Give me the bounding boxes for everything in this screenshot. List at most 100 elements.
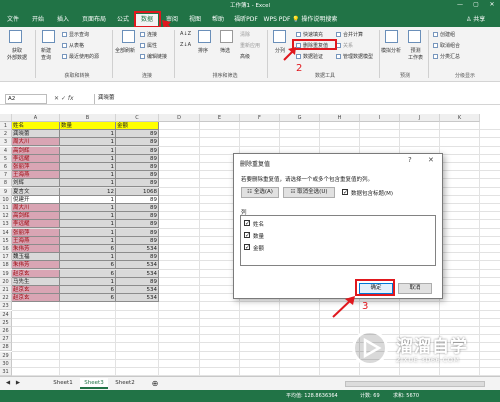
tab-page-layout[interactable]: 页面布局 [79, 14, 109, 26]
name-cell[interactable]: 李远耀 [12, 220, 60, 229]
amount-cell[interactable]: 89 [116, 228, 159, 237]
qty-cell[interactable]: 6 [60, 294, 116, 303]
filter-button[interactable]: 筛选 [220, 47, 230, 54]
tab-help[interactable]: 帮助 [209, 14, 227, 26]
name-cell[interactable]: 周大川 [12, 138, 60, 147]
amount-cell[interactable]: 89 [116, 146, 159, 155]
tab-insert[interactable]: 插入 [54, 14, 72, 26]
qty-cell[interactable]: 1 [60, 212, 116, 221]
tab-file[interactable]: 文件 [4, 14, 22, 26]
row-header[interactable]: 21 [0, 286, 12, 294]
column-list[interactable]: ✓ 姓名 ✓ 数量 ✓ 金额 [240, 215, 436, 266]
row-header[interactable]: 30 [0, 359, 12, 368]
unselect-all-button[interactable]: ☷ 取消全选(U) [283, 187, 335, 198]
row-header[interactable]: 24 [0, 310, 12, 319]
properties-button[interactable]: 属性 [140, 42, 157, 49]
row-header[interactable]: 1 [0, 122, 12, 130]
header-cell-amount[interactable]: 金额 [116, 122, 159, 130]
get-external-data-button[interactable]: 获取 外部数据 [7, 47, 27, 61]
row-header[interactable]: 9 [0, 187, 12, 196]
name-cell[interactable]: 赵京玄 [12, 269, 60, 278]
column-header[interactable]: A [12, 114, 60, 122]
name-cell[interactable]: 赵京玄 [12, 286, 60, 294]
formula-input[interactable]: 龚晓蕾 [94, 94, 494, 104]
row-header[interactable]: 29 [0, 351, 12, 360]
tab-wps-pdf[interactable]: WPS PDF [263, 14, 291, 26]
amount-cell[interactable]: 89 [116, 212, 159, 221]
name-cell[interactable]: 龚晓蕾 [12, 130, 60, 139]
close-icon[interactable]: ✕ [428, 156, 434, 164]
refresh-all-button[interactable]: 全部刷新 [115, 47, 135, 54]
column-header[interactable]: K [440, 114, 480, 122]
name-cell[interactable]: 朱伟芳 [12, 261, 60, 270]
column-header[interactable]: G [280, 114, 320, 122]
minimize-button[interactable]: — [454, 0, 466, 9]
qty-cell[interactable]: 1 [60, 138, 116, 147]
row-header[interactable]: 12 [0, 212, 12, 221]
row-header[interactable]: 6 [0, 163, 12, 171]
column-header[interactable]: H [320, 114, 360, 122]
has-headers-checkbox[interactable]: ✓ [342, 189, 348, 196]
amount-cell[interactable]: 89 [116, 253, 159, 262]
row-header[interactable]: 8 [0, 179, 12, 188]
close-button[interactable]: ✕ [486, 0, 498, 9]
name-cell[interactable]: 张丽萍 [12, 228, 60, 237]
name-cell[interactable]: 王海燕 [12, 171, 60, 180]
header-cell-qty[interactable]: 数量 [60, 122, 116, 130]
column-header[interactable]: D [159, 114, 200, 122]
name-cell[interactable]: 李远耀 [12, 154, 60, 163]
clear-button[interactable]: 清除 [240, 31, 250, 38]
help-icon[interactable]: ? [408, 156, 412, 164]
tab-view[interactable]: 视图 [186, 14, 204, 26]
row-header[interactable]: 13 [0, 220, 12, 229]
amount-cell[interactable]: 89 [116, 277, 159, 286]
name-cell[interactable]: 高剑辉 [12, 146, 60, 155]
add-sheet-icon[interactable]: ⊕ [150, 378, 160, 389]
qty-cell[interactable]: 1 [60, 163, 116, 171]
name-cell[interactable]: 倪建开 [12, 195, 60, 204]
row-header[interactable]: 20 [0, 277, 12, 286]
select-all-button[interactable]: ☷ 全选(A) [241, 187, 279, 198]
fx-icon[interactable]: fx [68, 95, 74, 102]
row-header[interactable]: 2 [0, 130, 12, 139]
row-header[interactable]: 23 [0, 302, 12, 311]
qty-cell[interactable]: 1 [60, 154, 116, 163]
forecast-sheet-button[interactable]: 预测 工作表 [408, 47, 423, 61]
amount-cell[interactable]: 534 [116, 294, 159, 303]
qty-cell[interactable]: 1 [60, 220, 116, 229]
row-header[interactable]: 31 [0, 368, 12, 376]
recent-sources-button[interactable]: 最近使用的源 [62, 53, 99, 60]
name-cell[interactable]: 马先生 [12, 277, 60, 286]
qty-cell[interactable]: 6 [60, 261, 116, 270]
qty-cell[interactable]: 1 [60, 204, 116, 212]
row-header[interactable]: 25 [0, 318, 12, 327]
name-cell[interactable]: 王海燕 [12, 236, 60, 245]
amount-cell[interactable]: 89 [116, 130, 159, 139]
cancel-icon[interactable]: ✕ [54, 95, 59, 102]
tab-home[interactable]: 开始 [29, 14, 47, 26]
column-checkbox[interactable]: ✓ [244, 244, 250, 251]
amount-cell[interactable]: 534 [116, 269, 159, 278]
qty-cell[interactable]: 1 [60, 277, 116, 286]
sort-az-button[interactable]: A↓Z [180, 31, 191, 37]
amount-cell[interactable]: 89 [116, 236, 159, 245]
row-header[interactable]: 19 [0, 269, 12, 278]
manage-data-model-button[interactable]: 管理数据模型 [336, 53, 373, 60]
qty-cell[interactable]: 6 [60, 286, 116, 294]
row-header[interactable]: 11 [0, 204, 12, 212]
qty-cell[interactable]: 12 [60, 187, 116, 196]
name-cell[interactable]: 周大川 [12, 204, 60, 212]
tell-me-search[interactable]: 💡 操作说明搜索 [292, 14, 337, 26]
tab-foxit-pdf[interactable]: 福昕PDF [231, 14, 261, 26]
cancel-button[interactable]: 取消 [398, 283, 432, 294]
qty-cell[interactable]: 6 [60, 245, 116, 253]
edit-links-button[interactable]: 编辑链接 [140, 53, 167, 60]
what-if-button[interactable]: 模拟分析 [381, 47, 401, 54]
select-all-corner[interactable] [0, 114, 12, 122]
amount-cell[interactable]: 89 [116, 138, 159, 147]
share-button[interactable]: ♙ 共享 [466, 14, 485, 26]
from-table-button[interactable]: 从表格 [62, 42, 84, 49]
row-header[interactable]: 26 [0, 327, 12, 335]
name-cell[interactable]: 夏言文 [12, 187, 60, 196]
group-button[interactable]: 创建组 [433, 31, 455, 38]
